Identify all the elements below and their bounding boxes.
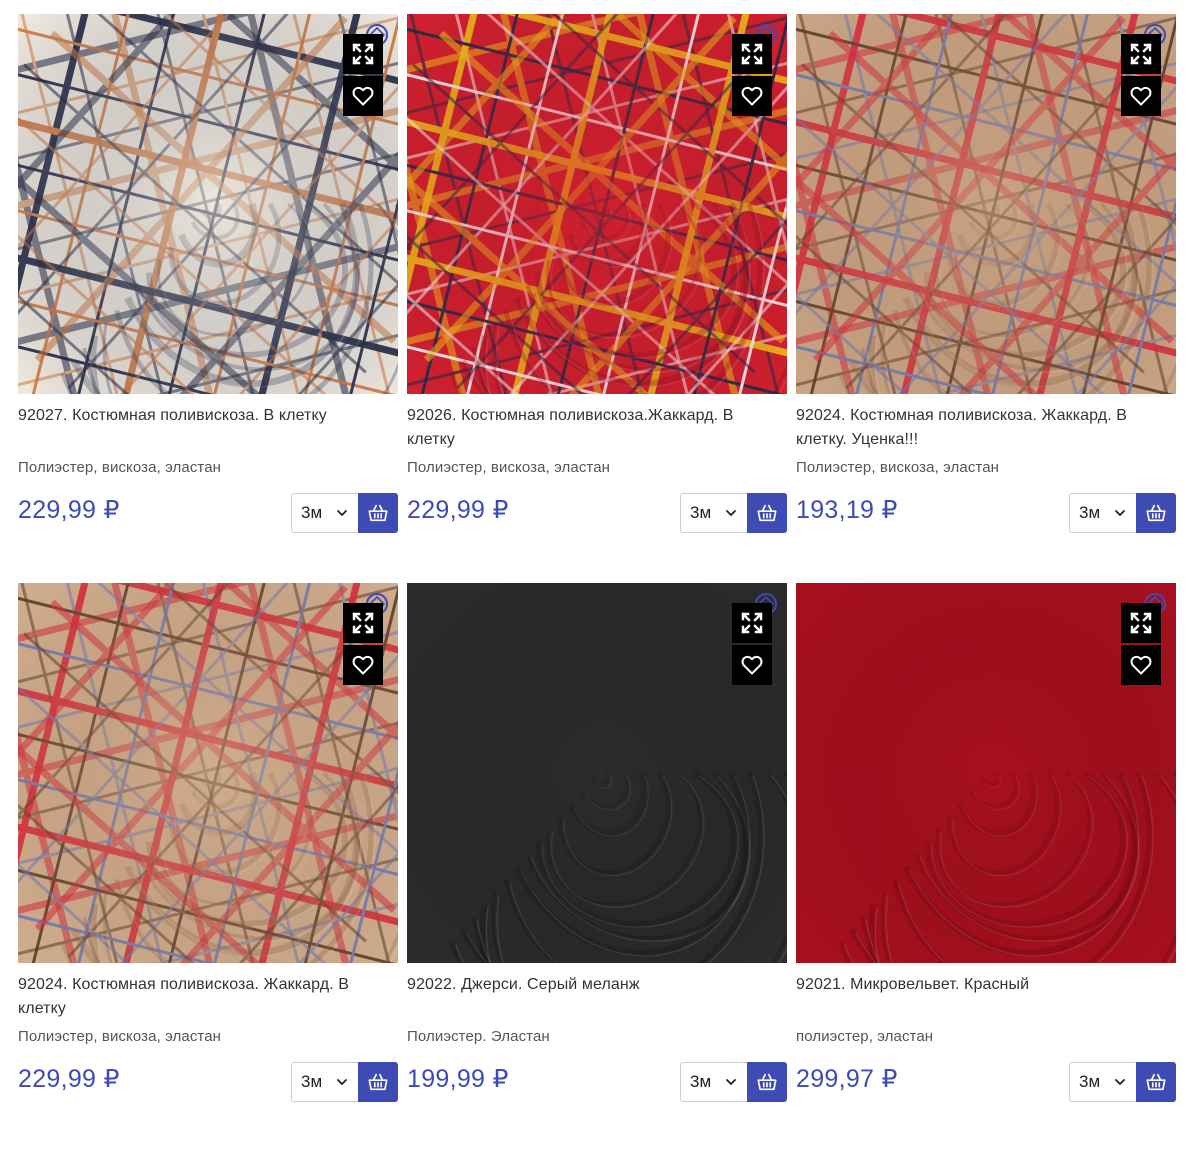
product-price: 229,99 ₽ bbox=[18, 496, 120, 524]
chevron-down-icon bbox=[337, 1079, 347, 1085]
basket-icon bbox=[757, 1073, 777, 1091]
heart-icon[interactable] bbox=[343, 76, 383, 116]
add-to-cart-button[interactable] bbox=[747, 493, 787, 533]
chevron-down-icon bbox=[726, 1079, 736, 1085]
basket-icon bbox=[1146, 1073, 1166, 1091]
product-image[interactable] bbox=[407, 14, 787, 394]
expand-icon[interactable] bbox=[1121, 603, 1161, 643]
heart-icon[interactable] bbox=[1121, 76, 1161, 116]
fabric-swatch bbox=[796, 14, 1176, 394]
product-title[interactable]: 92027. Костюмная поливискоза. В клетку bbox=[18, 404, 388, 428]
expand-icon[interactable] bbox=[732, 603, 772, 643]
quantity-value: 3м bbox=[1079, 503, 1101, 522]
add-to-cart-button[interactable] bbox=[358, 1062, 398, 1102]
chevron-down-icon bbox=[1115, 1079, 1125, 1085]
quantity-select[interactable]: 3м bbox=[680, 493, 748, 533]
product-image[interactable] bbox=[796, 583, 1176, 963]
add-to-cart-button[interactable] bbox=[358, 493, 398, 533]
heart-icon[interactable] bbox=[1121, 645, 1161, 685]
product-composition: полиэстер, эластан bbox=[796, 1028, 934, 1045]
product-image[interactable] bbox=[18, 583, 398, 963]
product-title[interactable]: 92024. Костюмная поливискоза. Жаккард. В… bbox=[18, 973, 388, 1021]
heart-icon[interactable] bbox=[732, 645, 772, 685]
product-image[interactable] bbox=[18, 14, 398, 394]
quantity-select[interactable]: 3м bbox=[1069, 493, 1137, 533]
heart-icon[interactable] bbox=[343, 645, 383, 685]
quantity-value: 3м bbox=[690, 1072, 712, 1091]
chevron-down-icon bbox=[726, 510, 736, 516]
product-card: 92024. Костюмная поливискоза. Жаккард. В… bbox=[18, 583, 398, 1152]
product-price: 229,99 ₽ bbox=[407, 496, 509, 524]
add-to-cart-button[interactable] bbox=[1136, 1062, 1176, 1102]
product-card: 92021. Микровельвет. Красный полиэстер, … bbox=[796, 583, 1176, 1152]
add-to-cart-button[interactable] bbox=[747, 1062, 787, 1102]
quantity-value: 3м bbox=[301, 503, 323, 522]
fabric-swatch bbox=[407, 14, 787, 394]
product-card: 92024. Костюмная поливискоза. Жаккард. В… bbox=[796, 14, 1176, 583]
product-title[interactable]: 92022. Джерси. Серый меланж bbox=[407, 973, 777, 997]
product-title[interactable]: 92026. Костюмная поливискоза.Жаккард. В … bbox=[407, 404, 777, 452]
product-title[interactable]: 92024. Костюмная поливискоза. Жаккард. В… bbox=[796, 404, 1166, 452]
basket-icon bbox=[368, 1073, 388, 1091]
basket-icon bbox=[368, 504, 388, 522]
product-composition: Полиэстер, вискоза, эластан bbox=[796, 459, 1000, 476]
expand-icon[interactable] bbox=[732, 34, 772, 74]
chevron-down-icon bbox=[1115, 510, 1125, 516]
product-price: 193,19 ₽ bbox=[796, 496, 898, 524]
quantity-select[interactable]: 3м bbox=[1069, 1062, 1137, 1102]
fabric-swatch bbox=[18, 14, 398, 394]
product-composition: Полиэстер, вискоза, эластан bbox=[18, 1028, 222, 1045]
product-price: 199,99 ₽ bbox=[407, 1065, 509, 1093]
quantity-value: 3м bbox=[1079, 1072, 1101, 1091]
chevron-down-icon bbox=[337, 510, 347, 516]
heart-icon[interactable] bbox=[732, 76, 772, 116]
quantity-select[interactable]: 3м bbox=[680, 1062, 748, 1102]
quantity-select[interactable]: 3м bbox=[291, 1062, 359, 1102]
product-card: 92026. Костюмная поливискоза.Жаккард. В … bbox=[407, 14, 787, 583]
product-composition: Полиэстер, вискоза, эластан bbox=[407, 459, 611, 476]
expand-icon[interactable] bbox=[343, 34, 383, 74]
product-composition: Полиэстер. Эластан bbox=[407, 1028, 550, 1045]
quantity-select[interactable]: 3м bbox=[291, 493, 359, 533]
product-title[interactable]: 92021. Микровельвет. Красный bbox=[796, 973, 1166, 997]
product-price: 229,99 ₽ bbox=[18, 1065, 120, 1093]
fabric-swatch bbox=[18, 583, 398, 963]
expand-icon[interactable] bbox=[343, 603, 383, 643]
basket-icon bbox=[757, 504, 777, 522]
product-card: 92027. Костюмная поливискоза. В клетку П… bbox=[18, 14, 398, 583]
quantity-value: 3м bbox=[690, 503, 712, 522]
add-to-cart-button[interactable] bbox=[1136, 493, 1176, 533]
product-card: 92022. Джерси. Серый меланж Полиэстер. Э… bbox=[407, 583, 787, 1152]
product-price: 299,97 ₽ bbox=[796, 1065, 898, 1093]
expand-icon[interactable] bbox=[1121, 34, 1161, 74]
fabric-swatch bbox=[407, 583, 787, 963]
fabric-swatch bbox=[796, 583, 1176, 963]
product-grid: 92027. Костюмная поливискоза. В клетку П… bbox=[18, 14, 1176, 1152]
product-composition: Полиэстер, вискоза, эластан bbox=[18, 459, 222, 476]
basket-icon bbox=[1146, 504, 1166, 522]
quantity-value: 3м bbox=[301, 1072, 323, 1091]
product-image[interactable] bbox=[407, 583, 787, 963]
product-image[interactable] bbox=[796, 14, 1176, 394]
